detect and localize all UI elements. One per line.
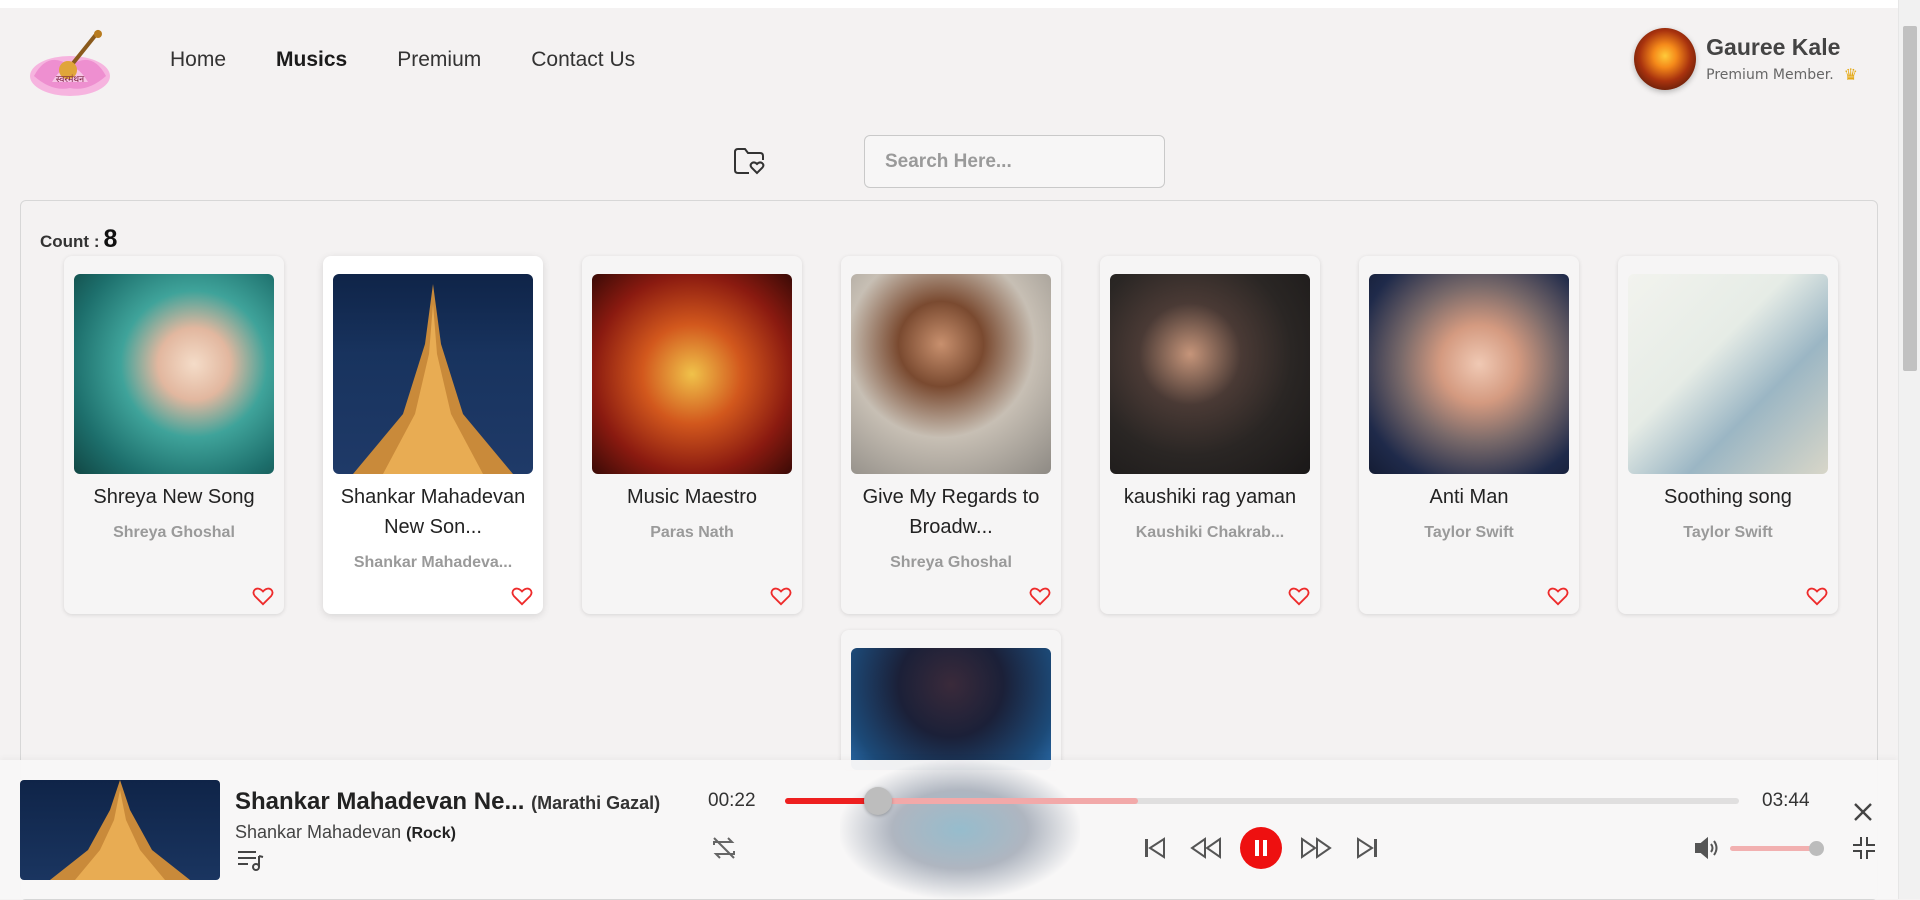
count-value: 8 [103,225,118,253]
song-card[interactable]: Music Maestro Paras Nath [582,256,802,614]
blurred-artwork [840,760,1080,899]
heart-icon[interactable] [511,586,533,606]
song-card[interactable]: Soothing song Taylor Swift [1618,256,1838,614]
main-nav: Home Musics Premium Contact Us [170,48,635,72]
volume-icon[interactable] [1692,830,1722,866]
collapse-icon[interactable] [1850,830,1878,866]
total-time: 03:44 [1762,790,1810,811]
song-title: Soothing song [1664,486,1792,508]
crown-icon: ♛ [1843,65,1858,84]
player-genre: (Rock) [406,825,456,842]
song-artist: Shreya Ghoshal [890,554,1012,571]
song-artwork [851,274,1051,474]
fav-folder-icon[interactable] [733,146,765,176]
current-time: 00:22 [708,790,756,811]
pause-icon [1255,840,1267,856]
song-count: Count :8 [40,225,117,254]
volume-slider[interactable] [1730,841,1824,856]
music-player: Shankar Mahadevan Ne... (Marathi Gazal) … [0,760,1898,899]
song-artwork [851,648,1051,770]
page-scrollbar[interactable] [1898,0,1920,899]
rewind-icon[interactable] [1188,830,1224,866]
skip-next-icon[interactable] [1352,830,1382,866]
song-title: Shankar Mahadevan New Son... [340,486,526,538]
heart-icon[interactable] [770,586,792,606]
song-title: Give My Regards to Broadw... [862,486,1040,538]
player-song-title: Shankar Mahadevan Ne... [235,788,525,815]
player-artwork [20,780,220,880]
song-artwork [1628,274,1828,474]
song-artist: Taylor Swift [1424,524,1514,541]
song-card[interactable]: Anti Man Taylor Swift [1359,256,1579,614]
song-artist: Paras Nath [650,524,734,541]
song-title: Anti Man [1429,486,1509,508]
nav-musics[interactable]: Musics [276,48,347,72]
song-artist: Shankar Mahadeva... [353,554,513,571]
profile-name: Gauree Kale [1706,34,1841,60]
repeat-icon[interactable] [708,830,740,866]
player-album: (Marathi Gazal) [531,793,661,813]
nav-premium[interactable]: Premium [397,48,481,72]
song-artist: Shreya Ghoshal [113,524,235,541]
song-card[interactable]: Give My Regards to Broadw... Shreya Ghos… [841,256,1061,614]
top-strip [0,0,1920,8]
heart-icon[interactable] [1288,586,1310,606]
heart-icon[interactable] [1547,586,1569,606]
seek-bar[interactable] [785,787,1739,815]
song-card[interactable] [841,630,1061,770]
fast-forward-icon[interactable] [1298,830,1334,866]
song-card[interactable]: Shankar Mahadevan New Son... Shankar Mah… [323,256,543,614]
song-artwork [333,274,533,474]
app-logo[interactable]: स्वरमंथन [28,26,112,98]
count-label: Count : [40,232,100,251]
user-profile[interactable]: Gauree Kale Premium Member. ♛ [1634,28,1858,90]
close-icon[interactable] [1849,798,1877,826]
song-artwork [1110,274,1310,474]
nav-contact-us[interactable]: Contact Us [531,48,635,72]
nav-home[interactable]: Home [170,48,226,72]
song-artwork [592,274,792,474]
song-card[interactable]: Shreya New Song Shreya Ghoshal [64,256,284,614]
song-title: Music Maestro [626,486,758,508]
player-artist-line: Shankar Mahadevan (Rock) [235,822,456,843]
search-input[interactable] [864,135,1165,188]
queue-icon[interactable] [236,848,264,872]
heart-icon[interactable] [1806,586,1828,606]
song-artwork [1369,274,1569,474]
volume-handle[interactable] [1809,841,1824,856]
song-card[interactable]: kaushiki rag yaman Kaushiki Chakrab... [1100,256,1320,614]
skip-previous-icon[interactable] [1140,830,1170,866]
heart-icon[interactable] [1029,586,1051,606]
heart-icon[interactable] [252,586,274,606]
logo-text: स्वरमंथन [56,74,85,85]
membership-label: Premium Member. [1706,66,1834,83]
song-artist: Taylor Swift [1683,524,1773,541]
song-artist: Kaushiki Chakrab... [1135,524,1285,541]
scrollbar-thumb[interactable] [1903,26,1917,371]
pause-button[interactable] [1240,827,1282,869]
player-title: Shankar Mahadevan Ne... (Marathi Gazal) [235,788,660,816]
song-artwork [74,274,274,474]
avatar[interactable] [1634,28,1697,90]
player-artist: Shankar Mahadevan [235,822,402,842]
song-title: kaushiki rag yaman [1123,486,1297,508]
song-title: Shreya New Song [93,486,255,508]
